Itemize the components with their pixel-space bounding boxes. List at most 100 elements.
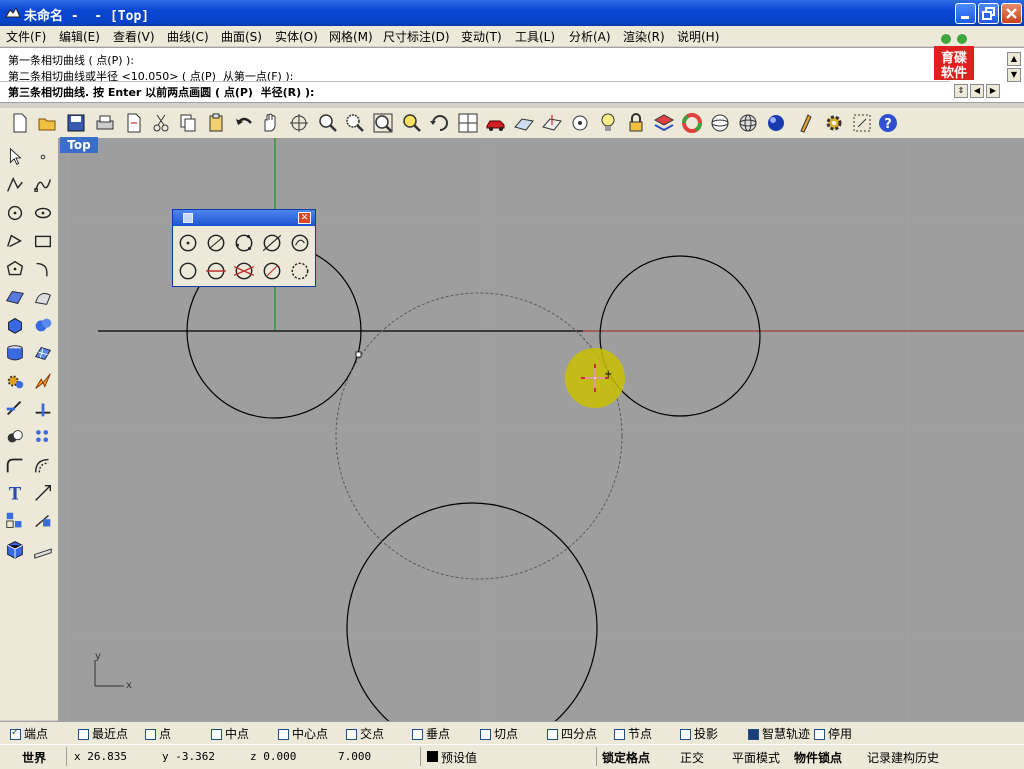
menu-file[interactable]: 文件(F)	[6, 28, 46, 45]
snap-checkbox[interactable]	[480, 729, 491, 740]
circle-diameter-button[interactable]	[205, 232, 227, 254]
menu-render[interactable]: 渲染(R)	[623, 28, 665, 45]
cplane-label[interactable]: 世界	[22, 749, 46, 766]
save-button[interactable]	[64, 111, 88, 135]
undo-button[interactable]	[232, 111, 256, 135]
menu-solid[interactable]: 实体(O)	[275, 28, 318, 45]
snap-checkbox[interactable]	[211, 729, 222, 740]
snap-checkbox[interactable]	[10, 727, 21, 740]
circle-deformable-button[interactable]	[289, 260, 311, 282]
circle-tangent-two-button[interactable]	[205, 260, 227, 282]
snap-checkbox[interactable]	[614, 729, 625, 740]
group-tool[interactable]	[4, 510, 26, 532]
snap-9[interactable]: 节点	[614, 725, 652, 742]
planar-toggle[interactable]: 平面模式	[732, 749, 780, 766]
snap-checkbox[interactable]	[547, 729, 558, 740]
offset-tool[interactable]	[32, 454, 54, 476]
print-button[interactable]	[93, 111, 117, 135]
trim-tool[interactable]	[4, 398, 26, 420]
dimension-tool[interactable]	[32, 510, 54, 532]
menu-edit[interactable]: 编辑(E)	[59, 28, 100, 45]
pan-hand-button[interactable]	[258, 111, 282, 135]
menu-curve[interactable]: 曲线(C)	[167, 28, 209, 45]
snap-checkbox[interactable]	[78, 729, 89, 740]
menu-tools[interactable]: 工具(L)	[515, 28, 555, 45]
zoom-button[interactable]	[316, 111, 340, 135]
zoom-extents-button[interactable]	[371, 111, 395, 135]
curve-tool[interactable]	[32, 174, 54, 196]
lock-button[interactable]	[624, 111, 648, 135]
snap-2[interactable]: 点	[145, 725, 171, 742]
curve-hook-tool[interactable]	[32, 258, 54, 280]
snap-11[interactable]: 智慧轨迹	[748, 725, 810, 742]
scale-tool[interactable]	[32, 482, 54, 504]
car-button[interactable]	[484, 111, 508, 135]
scroll-down-button[interactable]: ▼	[1007, 68, 1021, 82]
surface-tool[interactable]	[4, 286, 26, 308]
rotate-view-button[interactable]	[287, 111, 311, 135]
select-arrow-tool[interactable]	[4, 146, 26, 168]
ortho-toggle[interactable]: 正交	[680, 749, 704, 766]
render-sphere-button[interactable]	[764, 111, 788, 135]
layer-button[interactable]	[652, 111, 676, 135]
snap-3[interactable]: 中点	[211, 725, 249, 742]
circle-tangent-button[interactable]	[261, 232, 283, 254]
snap-checkbox[interactable]	[346, 729, 357, 740]
circle-plain-button[interactable]	[177, 260, 199, 282]
options-button[interactable]	[850, 111, 874, 135]
menu-mesh[interactable]: 网格(M)	[329, 28, 373, 45]
text-tool[interactable]: T	[4, 482, 26, 504]
fillet-tool[interactable]	[4, 454, 26, 476]
snap-7[interactable]: 切点	[480, 725, 518, 742]
cylinder-tool[interactable]	[4, 342, 26, 364]
circle-center-button[interactable]	[177, 232, 199, 254]
surface-patch-tool[interactable]	[32, 286, 54, 308]
four-viewports-button[interactable]	[456, 111, 480, 135]
rectangle-tool[interactable]	[32, 230, 54, 252]
menu-transform[interactable]: 变动(T)	[461, 28, 502, 45]
wireframe-sphere-button[interactable]	[708, 111, 732, 135]
zoom-selected-button[interactable]	[400, 111, 424, 135]
transform-gear-tool[interactable]	[4, 370, 26, 392]
circle-around-curve-button[interactable]	[289, 232, 311, 254]
current-layer[interactable]: 预设值	[441, 749, 477, 766]
light-button[interactable]	[596, 111, 620, 135]
box-tool[interactable]	[4, 314, 26, 336]
menu-analyze[interactable]: 分析(A)	[569, 28, 611, 45]
help-button[interactable]: ?	[876, 111, 900, 135]
command-history-scroll-button[interactable]: ⇕	[954, 84, 968, 98]
grid-snap-toggle[interactable]: 锁定格点	[602, 749, 650, 766]
snap-checkbox[interactable]	[278, 729, 289, 740]
close-button[interactable]	[1001, 3, 1022, 24]
polyline-tool[interactable]	[4, 174, 26, 196]
ellipse-tool[interactable]	[32, 202, 54, 224]
restore-button[interactable]	[978, 3, 999, 24]
circle-tool[interactable]	[4, 202, 26, 224]
split-tool[interactable]	[32, 398, 54, 420]
snap-0[interactable]: 端点	[10, 725, 48, 742]
settings-gear-button[interactable]	[822, 111, 846, 135]
grid-plane-button[interactable]	[512, 111, 536, 135]
circle-fit-button[interactable]	[261, 260, 283, 282]
pencil-flag-button[interactable]	[796, 111, 820, 135]
osnap-toggle[interactable]: 物件锁点	[794, 749, 842, 766]
palette-titlebar[interactable]	[173, 210, 315, 226]
new-file-button[interactable]	[8, 111, 32, 135]
snap-5[interactable]: 交点	[346, 725, 384, 742]
construction-plane-button[interactable]	[540, 111, 564, 135]
snap-checkbox[interactable]	[412, 729, 423, 740]
color-wheel-button[interactable]	[680, 111, 704, 135]
snap-6[interactable]: 垂点	[412, 725, 450, 742]
polygon-tool[interactable]	[4, 258, 26, 280]
mesh-surface-tool[interactable]	[32, 342, 54, 364]
snap-checkbox[interactable]	[680, 729, 691, 740]
snap-12[interactable]: 停用	[814, 725, 852, 742]
rotate-button[interactable]	[428, 111, 452, 135]
array-tool[interactable]	[32, 426, 54, 448]
open-file-button[interactable]	[36, 111, 60, 135]
record-history-toggle[interactable]: 记录建构历史	[867, 749, 939, 766]
circle-3point-button[interactable]	[233, 232, 255, 254]
snap-checkbox[interactable]	[814, 729, 825, 740]
paste-button[interactable]	[204, 111, 228, 135]
snap-1[interactable]: 最近点	[78, 725, 128, 742]
